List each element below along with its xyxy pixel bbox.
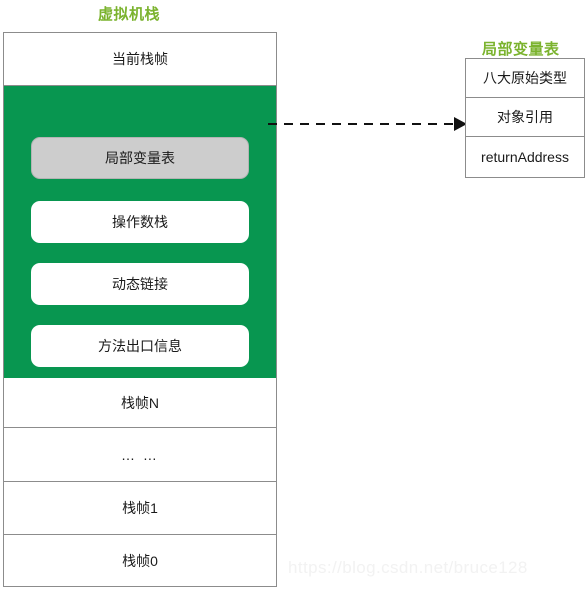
diagram-canvas: 虚拟机栈 当前栈帧 局部变量表 操作数栈 动态链接 方法出口信息 栈帧N … ……: [0, 0, 587, 590]
current-frame-detail-block: 局部变量表 操作数栈 动态链接 方法出口信息: [4, 86, 276, 378]
lvt-row-label: 八大原始类型: [483, 70, 567, 86]
frame-item-label: 局部变量表: [105, 150, 175, 166]
frame-item-label: 动态链接: [112, 276, 168, 292]
stack-row-frame-1[interactable]: 栈帧1: [4, 482, 276, 535]
dashed-arrow-connector: [268, 117, 467, 131]
lvt-row-object-reference[interactable]: 对象引用: [466, 98, 584, 137]
stack-row-frame-0[interactable]: 栈帧0: [4, 535, 276, 586]
stack-row-frame-n[interactable]: 栈帧N: [4, 378, 276, 428]
frame-item-label: 方法出口信息: [98, 338, 182, 354]
local-variable-table-box: 八大原始类型 对象引用 returnAddress: [465, 58, 585, 178]
stack-row-label: 栈帧1: [122, 500, 158, 516]
lvt-row-return-address[interactable]: returnAddress: [466, 137, 584, 176]
stack-row-label: 当前栈帧: [112, 51, 168, 67]
frame-item-label: 操作数栈: [112, 214, 168, 230]
stack-row-current-frame[interactable]: 当前栈帧: [4, 33, 276, 86]
local-variable-table-title: 局部变量表: [482, 41, 560, 58]
stack-row-label: 栈帧0: [122, 552, 158, 569]
frame-item-operand-stack[interactable]: 操作数栈: [31, 201, 249, 243]
lvt-row-label: returnAddress: [481, 148, 569, 165]
vm-stack-title: 虚拟机栈: [98, 6, 161, 23]
frame-item-local-variable-table[interactable]: 局部变量表: [31, 137, 249, 179]
lvt-row-primitive-types[interactable]: 八大原始类型: [466, 59, 584, 98]
vm-stack-box: 当前栈帧 局部变量表 操作数栈 动态链接 方法出口信息 栈帧N … … 栈帧1: [3, 32, 277, 587]
stack-row-label: … …: [121, 446, 159, 463]
lvt-row-label: 对象引用: [497, 109, 553, 125]
frame-item-dynamic-linking[interactable]: 动态链接: [31, 263, 249, 305]
stack-row-ellipsis[interactable]: … …: [4, 428, 276, 482]
frame-item-method-exit-info[interactable]: 方法出口信息: [31, 325, 249, 367]
stack-row-label: 栈帧N: [120, 394, 160, 411]
watermark: https://blog.csdn.net/bruce128: [288, 558, 528, 577]
